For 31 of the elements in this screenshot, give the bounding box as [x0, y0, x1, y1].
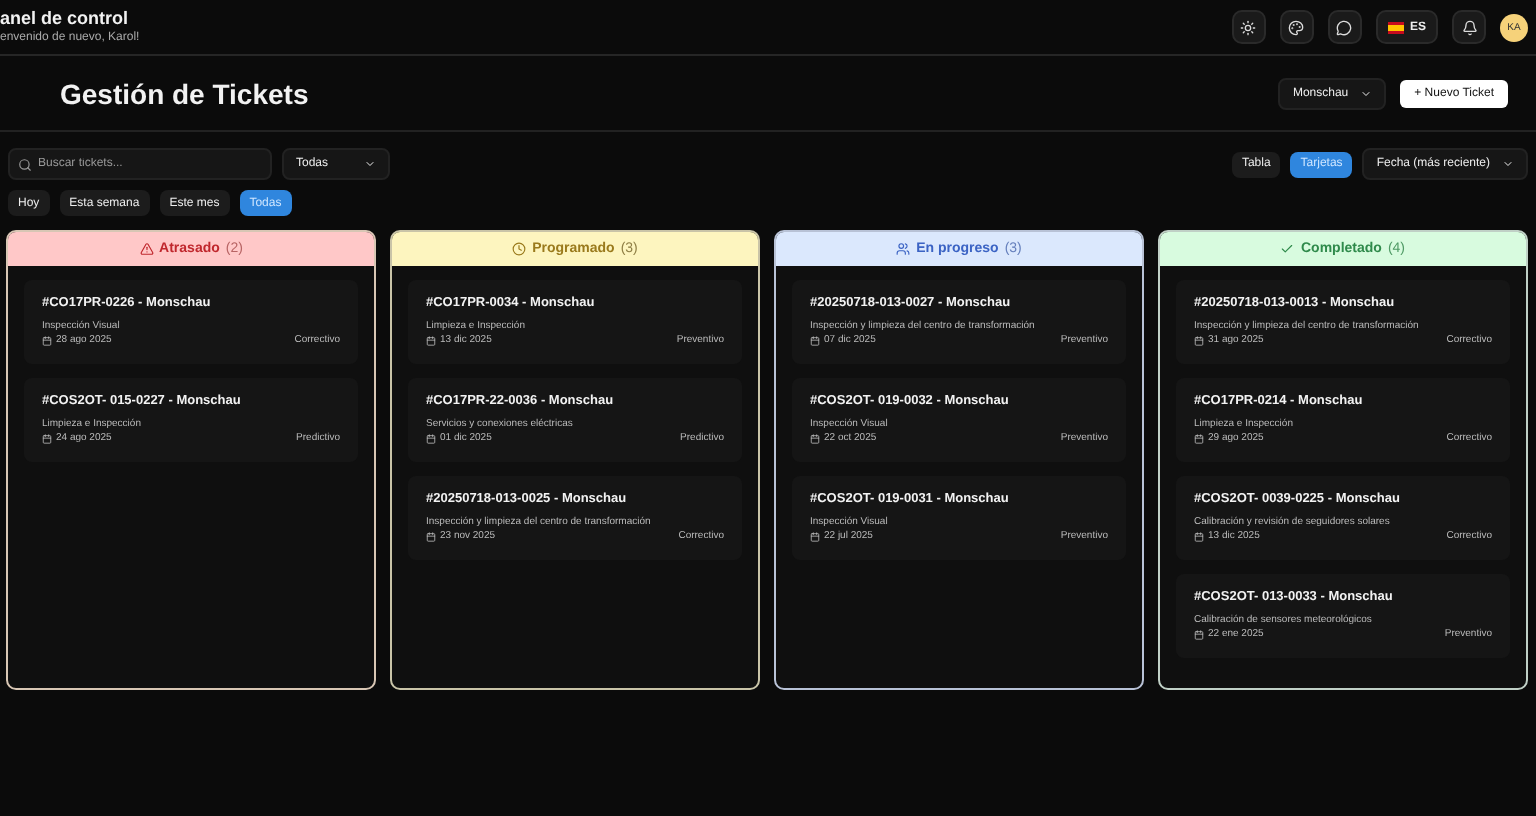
warning-icon [139, 242, 154, 256]
sun-icon [1240, 19, 1257, 35]
calendar-icon [1194, 630, 1204, 640]
calendar-icon [810, 434, 820, 444]
app-title: anel de control [0, 8, 131, 30]
calendar-icon [426, 336, 436, 346]
calendar-icon [1194, 434, 1204, 444]
calendar-icon [810, 532, 820, 542]
chevron-icon [1360, 87, 1373, 99]
people-icon [896, 242, 911, 256]
calendar-icon [810, 336, 820, 346]
flag-icon [1387, 21, 1404, 33]
calendar-icon [1194, 336, 1204, 346]
calendar-icon [1194, 532, 1204, 542]
clock-icon [512, 242, 527, 256]
notifications-button[interactable] [1452, 10, 1486, 44]
calendar-icon [426, 434, 436, 444]
page-title: Gestión de Tickets [60, 77, 309, 109]
bell-icon [1461, 19, 1477, 35]
palette-icon [1288, 19, 1305, 35]
chevron-icon [1502, 158, 1514, 170]
calendar-icon [426, 532, 436, 542]
chevron-icon [364, 158, 376, 170]
chat-icon [1336, 19, 1353, 35]
chat-button[interactable] [1327, 10, 1362, 44]
search-icon [18, 157, 32, 171]
check-icon [1280, 242, 1295, 256]
calendar-icon [42, 336, 52, 346]
theme-button[interactable] [1231, 10, 1266, 44]
calendar-icon [42, 434, 52, 444]
palette-button[interactable] [1279, 10, 1314, 44]
